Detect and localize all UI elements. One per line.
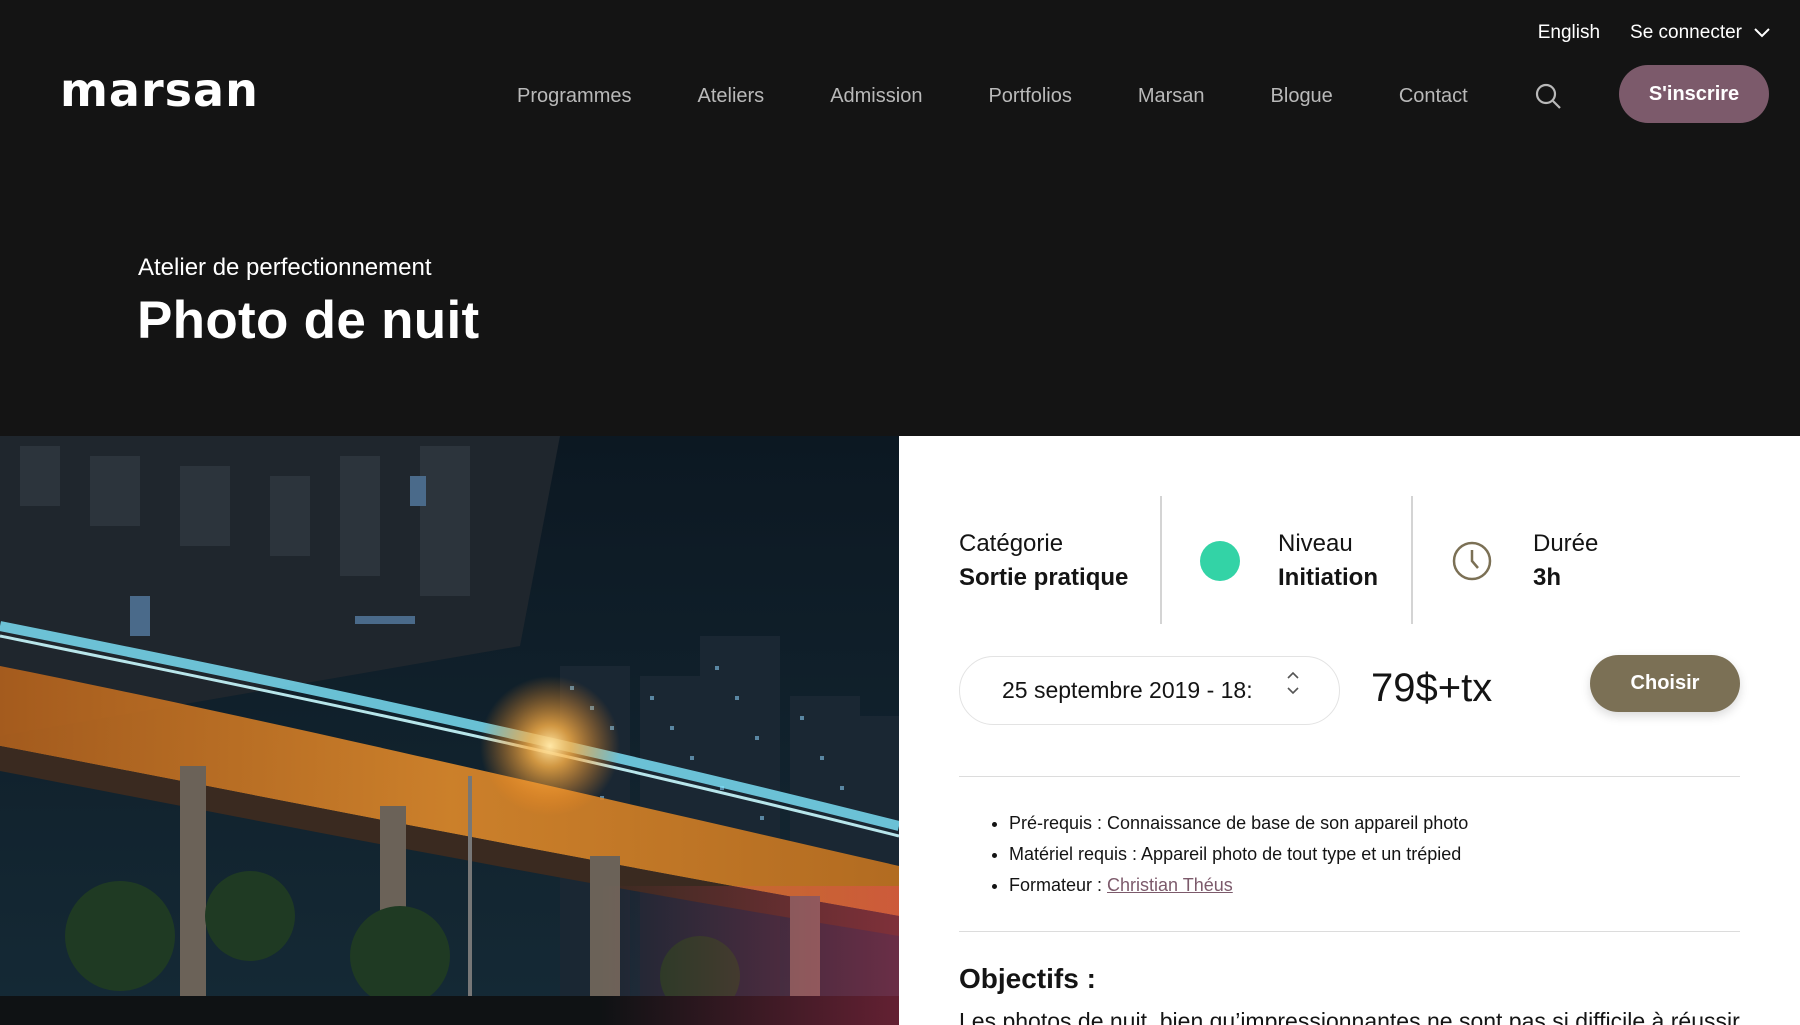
- duration-value: 3h: [1533, 564, 1562, 591]
- top-utility-bar: English Se connecter: [1538, 22, 1770, 44]
- workshop-meta-row: Catégorie Sortie pratique Niveau Initiat…: [959, 496, 1739, 626]
- logo-text: marsan: [60, 70, 259, 114]
- trainer-link[interactable]: Christian Théus: [1107, 875, 1233, 895]
- nav-admission[interactable]: Admission: [830, 85, 922, 108]
- list-item: Formateur : Christian Théus: [1009, 870, 1468, 901]
- session-date-value: 25 septembre 2019 - 18:: [1002, 677, 1253, 703]
- nav-marsan[interactable]: Marsan: [1138, 85, 1205, 108]
- nav-blogue[interactable]: Blogue: [1271, 85, 1333, 108]
- divider: [959, 776, 1740, 777]
- workshop-photo: [0, 436, 899, 1025]
- chevron-down-icon: [1754, 28, 1770, 38]
- signup-button[interactable]: S'inscrire: [1619, 65, 1769, 123]
- level-cell: Niveau Initiation: [1162, 496, 1411, 626]
- level-label: Niveau: [1278, 530, 1353, 557]
- duration-label: Durée: [1533, 530, 1599, 557]
- page-title: Photo de nuit: [137, 291, 480, 350]
- main-nav: Programmes Ateliers Admission Portfolios…: [517, 82, 1562, 110]
- level-dot-icon: [1200, 541, 1240, 581]
- objectives-title: Objectifs :: [959, 963, 1096, 994]
- choose-button[interactable]: Choisir: [1590, 655, 1740, 712]
- language-link[interactable]: English: [1538, 22, 1600, 44]
- logo[interactable]: marsan: [60, 70, 265, 114]
- chevron-up-icon[interactable]: [1287, 671, 1299, 679]
- date-stepper[interactable]: [1287, 671, 1299, 695]
- category-cell: Catégorie Sortie pratique: [959, 496, 1160, 626]
- objectives-text: Les photos de nuit, bien qu’impressionna…: [959, 1008, 1740, 1025]
- search-icon[interactable]: [1534, 82, 1562, 110]
- workshop-info-panel: Catégorie Sortie pratique Niveau Initiat…: [899, 436, 1800, 1025]
- nav-portfolios[interactable]: Portfolios: [988, 85, 1071, 108]
- trainer-label: Formateur :: [1009, 875, 1108, 895]
- chevron-down-icon[interactable]: [1287, 687, 1299, 695]
- duration-cell: Durée 3h: [1413, 496, 1733, 626]
- session-date-select[interactable]: 25 septembre 2019 - 18:: [959, 656, 1340, 725]
- nav-programmes[interactable]: Programmes: [517, 85, 631, 108]
- category-value: Sortie pratique: [959, 564, 1129, 591]
- level-value: Initiation: [1278, 564, 1378, 591]
- page-subtitle: Atelier de perfectionnement: [138, 254, 432, 281]
- price: 79$+tx: [1371, 666, 1493, 710]
- workshop-details-list: Pré-requis : Connaissance de base de son…: [1009, 808, 1468, 901]
- divider: [959, 931, 1740, 932]
- list-item: Pré-requis : Connaissance de base de son…: [1009, 808, 1468, 839]
- category-label: Catégorie: [959, 530, 1064, 557]
- clock-icon: [1452, 541, 1492, 581]
- list-item: Matériel requis : Appareil photo de tout…: [1009, 839, 1468, 870]
- login-label: Se connecter: [1630, 22, 1742, 43]
- login-dropdown[interactable]: Se connecter: [1630, 22, 1770, 44]
- nav-contact[interactable]: Contact: [1399, 85, 1468, 108]
- nav-ateliers[interactable]: Ateliers: [697, 85, 764, 108]
